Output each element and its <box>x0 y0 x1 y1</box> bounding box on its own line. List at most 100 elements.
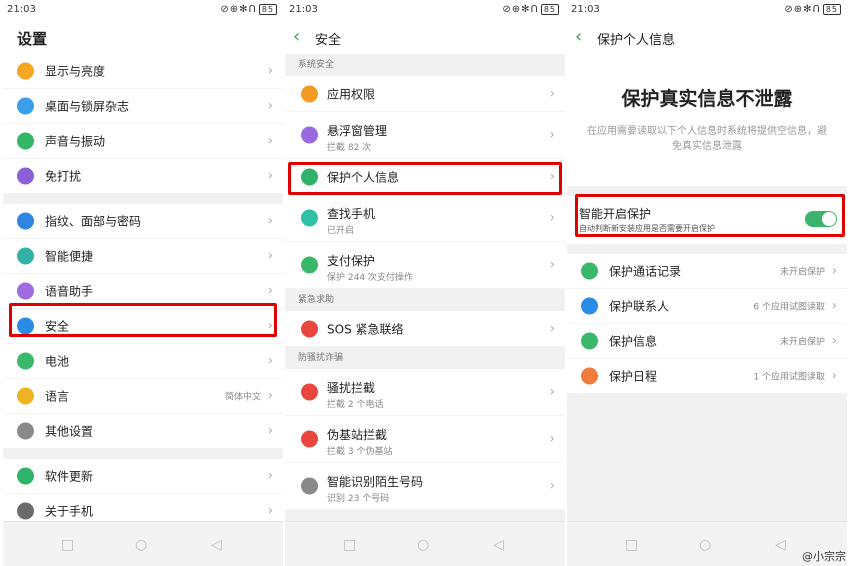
item-value: 简体中文 <box>224 392 261 403</box>
chevron-right-icon: › <box>267 503 273 519</box>
chevron-right-icon: › <box>267 63 273 79</box>
list-item[interactable]: 保护通话记录 未开启保护 › <box>567 254 847 289</box>
chevron-right-icon: › <box>267 168 273 184</box>
item-label: 保护联系人 <box>609 299 670 314</box>
home-button[interactable]: ○ <box>699 537 711 553</box>
battery-icon <box>17 352 34 370</box>
block-icon <box>301 383 318 401</box>
status-icons-text: ⊘⊕✻Ո <box>784 4 821 15</box>
back-arrow-icon[interactable]: ‹ <box>293 26 300 47</box>
list-item[interactable]: 智能便捷 › <box>3 239 283 274</box>
tower-icon <box>301 430 318 448</box>
watermark: @小宗宗 <box>802 550 846 563</box>
status-icons-text: ⊘⊕✻Ո <box>220 4 257 15</box>
chevron-right-icon: › <box>549 86 555 101</box>
status-bar: 21:03 ⊘⊕✻Ո 85 <box>3 0 283 22</box>
list-item[interactable]: 保护联系人 6 个应用试图读取 › <box>567 289 847 324</box>
phone-icon <box>581 262 598 280</box>
home-button[interactable]: ○ <box>135 537 147 553</box>
recent-apps-button[interactable]: □ <box>61 537 74 553</box>
chevron-right-icon: › <box>549 321 555 336</box>
list-item[interactable]: 免打扰 › <box>3 159 283 194</box>
info-icon <box>17 502 34 520</box>
list-item[interactable]: 电池 › <box>3 344 283 379</box>
status-icons-text: ⊘⊕✻Ո <box>502 4 539 15</box>
back-button[interactable]: ◁ <box>211 537 222 553</box>
item-value: 6 个应用试图读取 <box>753 302 825 313</box>
chevron-right-icon: › <box>549 127 555 143</box>
list-item[interactable]: 智能识别陌生号码 识别 23 个号码 › <box>285 463 565 510</box>
list-item[interactable]: 查找手机 已开启 › <box>285 195 565 242</box>
list-item[interactable]: 支付保护 保护 244 次支付操作 › <box>285 242 565 289</box>
item-label: 智能识别陌生号码 <box>327 475 424 489</box>
battery-indicator: 85 <box>258 4 277 15</box>
item-label: 骚扰拦截 <box>327 381 376 395</box>
list-item[interactable]: 保护信息 未开启保护 › <box>567 324 847 359</box>
divider <box>3 194 283 204</box>
list-item[interactable]: 声音与振动 › <box>3 124 283 159</box>
status-icons: ⊘⊕✻Ո 85 <box>220 4 277 15</box>
back-button[interactable]: ◁ <box>775 537 786 553</box>
settings-panel: 21:03 ⊘⊕✻Ո 85 设置 显示与亮度 › 桌面与锁屏杂志 › 声音与振动 › 免打扰 ›… <box>3 0 283 566</box>
sos-icon <box>301 320 318 337</box>
item-label: 保护信息 <box>609 334 658 349</box>
status-icons: ⊘⊕✻Ո 85 <box>502 4 559 15</box>
hero-description: 在应用需要读取以下个人信息时系统将提供空信息，避免真实信息泄露 <box>587 126 827 152</box>
status-icons: ⊘⊕✻Ո 85 <box>784 4 841 15</box>
item-label: 应用权限 <box>327 87 376 101</box>
fingerprint-icon <box>17 212 34 230</box>
status-bar: 21:03 ⊘⊕✻Ո 85 <box>567 0 847 22</box>
item-label: 语音助手 <box>45 284 94 299</box>
item-label: 伪基站拦截 <box>327 428 388 442</box>
mic-icon <box>17 282 34 300</box>
list-item[interactable]: 桌面与锁屏杂志 › <box>3 89 283 124</box>
back-button[interactable]: ◁ <box>493 537 504 553</box>
section-header: 系统安全 <box>285 54 565 76</box>
list-item[interactable]: 保护日程 1 个应用试图读取 › <box>567 359 847 394</box>
highlight-box <box>575 194 845 237</box>
status-time: 21:03 <box>571 4 600 15</box>
highlight-box <box>288 162 562 195</box>
chevron-right-icon: › <box>549 478 555 494</box>
item-value: 1 个应用试图读取 <box>753 372 825 383</box>
chevron-right-icon: › <box>267 353 273 369</box>
battery-indicator: 85 <box>822 4 841 15</box>
header: ‹ 安全 <box>285 22 565 54</box>
item-label: 指纹、面部与密码 <box>45 214 142 229</box>
divider <box>567 244 847 254</box>
chevron-right-icon: › <box>831 333 837 349</box>
recent-apps-button[interactable]: □ <box>343 537 356 553</box>
item-label: 软件更新 <box>45 469 94 484</box>
list-item[interactable]: 其他设置 › <box>3 414 283 449</box>
chevron-right-icon: › <box>267 423 273 439</box>
item-sublabel: 已开启 <box>327 226 355 236</box>
item-label: 悬浮窗管理 <box>327 124 388 138</box>
back-arrow-icon[interactable]: ‹ <box>575 26 582 47</box>
contact-icon <box>581 297 598 315</box>
list-item[interactable]: 语言 简体中文 › <box>3 379 283 414</box>
item-label: 保护日程 <box>609 369 658 384</box>
list-item[interactable]: 显示与亮度 › <box>3 54 283 89</box>
item-label: 显示与亮度 <box>45 64 106 79</box>
hero-title: 保护真实信息不泄露 <box>621 88 793 110</box>
list-item[interactable]: 骚扰拦截 拦截 2 个电话 › <box>285 369 565 416</box>
item-sublabel: 保护 244 次支付操作 <box>327 273 413 283</box>
list-item[interactable]: 指纹、面部与密码 › <box>3 204 283 239</box>
recent-apps-button[interactable]: □ <box>625 537 638 553</box>
home-button[interactable]: ○ <box>417 537 429 553</box>
hero-section: 保护真实信息不泄露 在应用需要读取以下个人信息时系统将提供空信息，避免真实信息泄… <box>567 54 847 186</box>
list-item[interactable]: 软件更新 › <box>3 459 283 494</box>
chevron-right-icon: › <box>267 133 273 149</box>
gear-icon <box>17 422 34 440</box>
section-header: 紧急求助 <box>285 289 565 311</box>
permission-icon <box>301 85 318 102</box>
divider <box>3 449 283 459</box>
item-label: 保护通话记录 <box>609 264 682 279</box>
list-item[interactable]: 伪基站拦截 拦截 3 个伪基站 › <box>285 416 565 463</box>
list-item[interactable]: 应用权限 › <box>285 76 565 112</box>
list-item[interactable]: SOS 紧急联络 › <box>285 311 565 347</box>
chevron-right-icon: › <box>831 368 837 384</box>
section-header: 防骚扰诈骗 <box>285 347 565 369</box>
security-panel: 21:03 ⊘⊕✻Ո 85 ‹ 安全 系统安全 应用权限 › 悬浮窗管理 拦截 82 次… <box>285 0 565 566</box>
list-item[interactable]: 悬浮窗管理 拦截 82 次 › <box>285 112 565 159</box>
